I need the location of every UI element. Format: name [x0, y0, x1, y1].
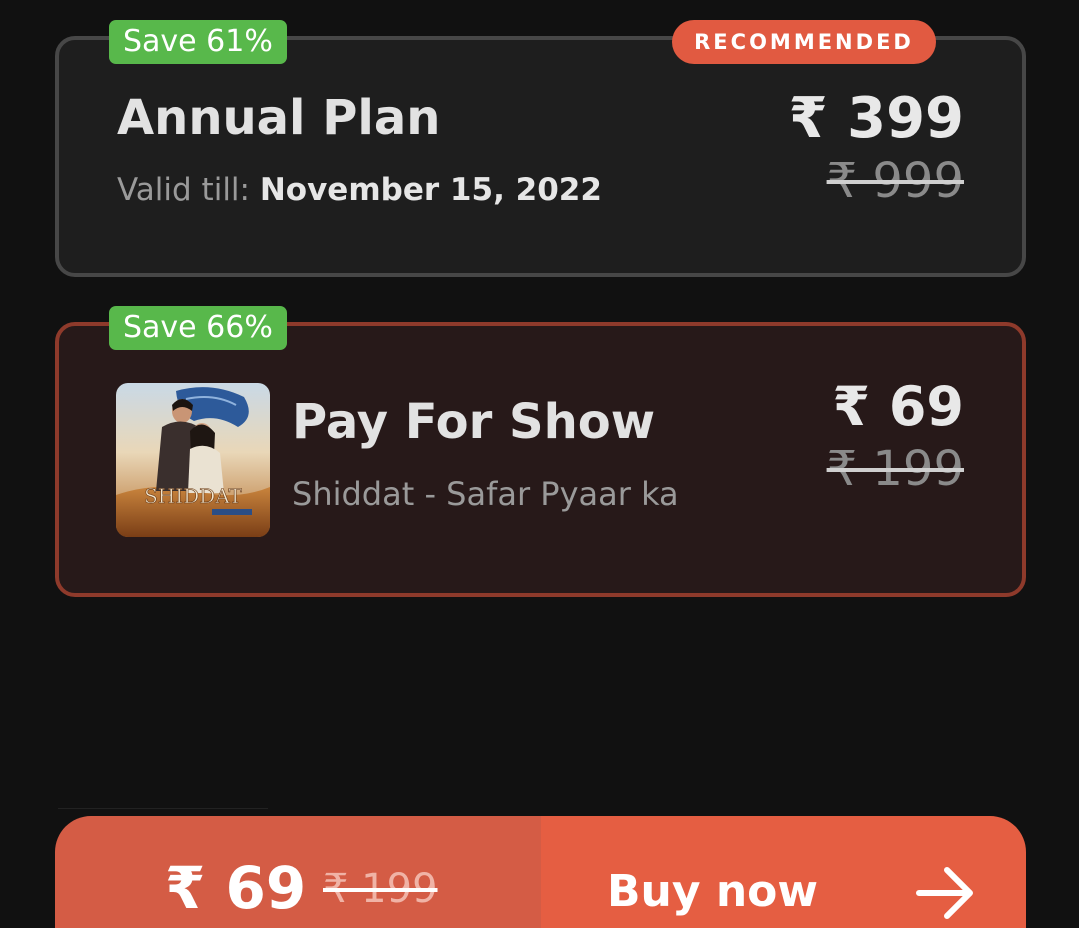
save-badge: Save 61% — [109, 20, 287, 64]
poster-title-text: SHIDDAT — [144, 484, 242, 508]
validity-line: Valid till: November 15, 2022 — [117, 172, 602, 208]
selected-price-summary: ₹ 69 ₹ 199 — [55, 816, 541, 928]
buy-now-button[interactable]: Buy now — [541, 816, 1026, 928]
buy-now-label: Buy now — [607, 866, 819, 917]
plan-title: Annual Plan — [117, 90, 441, 146]
original-price: ₹ 999 — [826, 153, 964, 209]
save-badge: Save 66% — [109, 306, 287, 350]
summary-current-price: ₹ 69 — [165, 854, 307, 922]
show-name: Shiddat - Safar Pyaar ka — [292, 475, 679, 513]
arrow-right-icon — [916, 867, 973, 919]
purchase-bar: ₹ 69 ₹ 199 Buy now — [55, 816, 1026, 928]
plan-selection-page: Save 61% RECOMMENDED Annual Plan Valid t… — [0, 0, 1079, 928]
current-price: ₹ 399 — [788, 86, 964, 151]
current-price: ₹ 69 — [832, 375, 964, 438]
divider — [58, 808, 268, 809]
price-box: ₹ 399 ₹ 999 — [789, 88, 964, 212]
recommended-badge: RECOMMENDED — [672, 20, 936, 64]
pay-for-show-card[interactable]: Save 66% SHIDDAT Pay For Show Shiddat - … — [55, 306, 1026, 597]
summary-original-price: ₹ 199 — [323, 866, 438, 912]
annual-plan-card[interactable]: Save 61% RECOMMENDED Annual Plan Valid t… — [55, 20, 1026, 277]
plan-title: Pay For Show — [292, 394, 656, 450]
show-poster-image: SHIDDAT — [116, 383, 270, 537]
validity-label: Valid till: — [117, 172, 260, 208]
validity-date: November 15, 2022 — [259, 172, 602, 208]
original-price: ₹ 199 — [826, 441, 964, 497]
price-box: ₹ 69 ₹ 199 — [827, 376, 964, 500]
